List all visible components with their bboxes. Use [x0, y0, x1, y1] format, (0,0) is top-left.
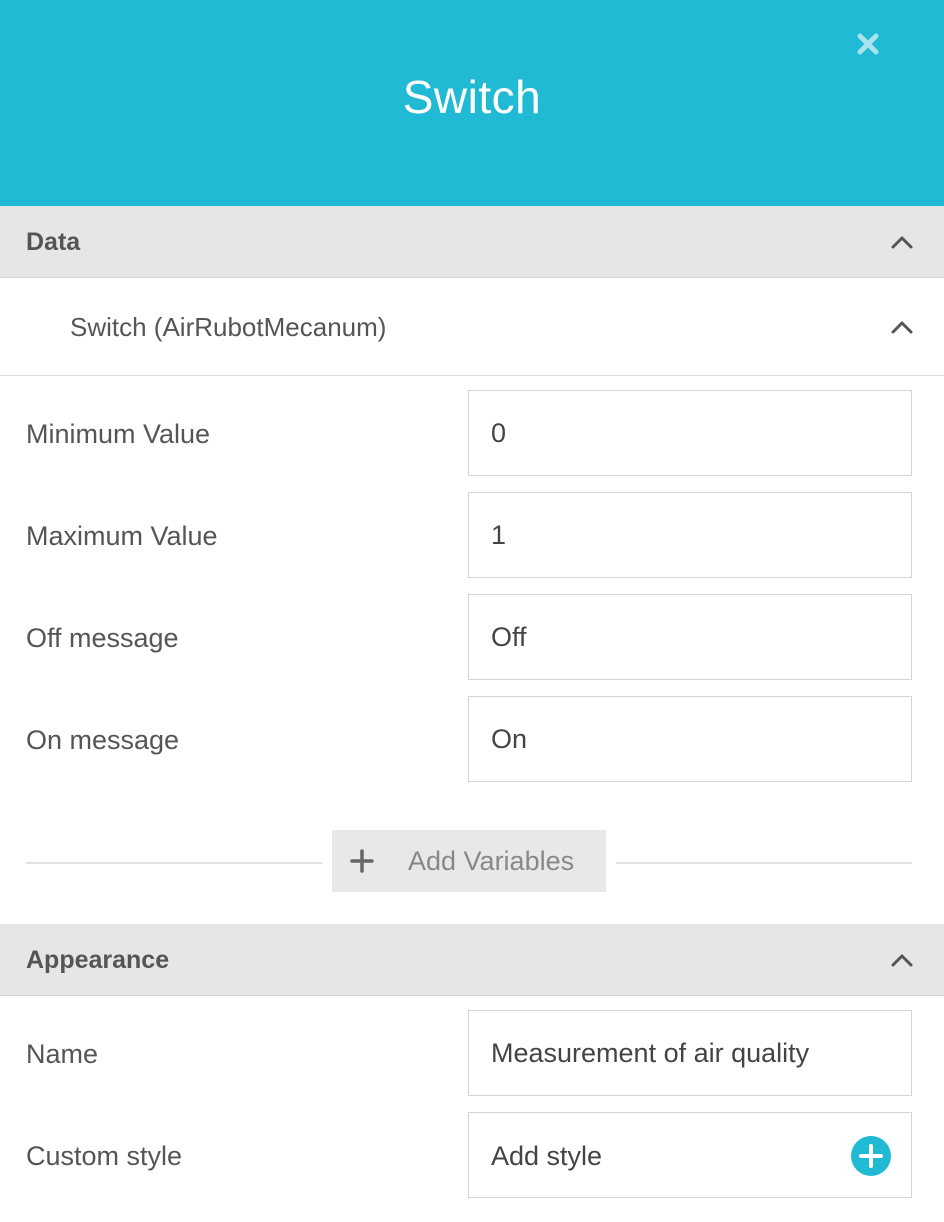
divider-right	[616, 862, 912, 864]
divider-left	[26, 862, 322, 864]
data-section-header[interactable]: Data	[0, 206, 944, 278]
data-section-title: Data	[26, 228, 81, 256]
plus-icon	[350, 849, 374, 873]
appearance-section-header[interactable]: Appearance	[0, 924, 944, 996]
chevron-up-icon[interactable]	[890, 230, 914, 254]
custom-style-label: Custom style	[26, 1141, 183, 1171]
close-icon[interactable]	[852, 28, 884, 60]
variable-title: Switch (AirRubotMecanum)	[70, 312, 387, 342]
max-value-input[interactable]	[468, 492, 912, 578]
chevron-up-icon[interactable]	[890, 948, 914, 972]
on-message-label: On message	[26, 725, 180, 755]
add-variables-label: Add Variables	[408, 846, 575, 876]
min-value-label: Minimum Value	[26, 419, 211, 449]
name-input[interactable]	[468, 1010, 912, 1096]
add-style-button[interactable]: Add style	[468, 1112, 912, 1198]
add-style-label: Add style	[491, 1141, 603, 1171]
add-variables-button[interactable]: Add Variables	[332, 830, 606, 892]
on-message-input[interactable]	[468, 696, 912, 782]
chevron-up-icon[interactable]	[890, 315, 914, 339]
appearance-section-title: Appearance	[26, 946, 170, 974]
max-value-label: Maximum Value	[26, 521, 218, 551]
add-circle-icon[interactable]	[851, 1136, 891, 1176]
min-value-input[interactable]	[468, 390, 912, 476]
off-message-input[interactable]	[468, 594, 912, 680]
name-label: Name	[26, 1039, 99, 1069]
off-message-label: Off message	[26, 623, 179, 653]
modal-header: Switch	[0, 0, 944, 206]
modal-title: Switch	[402, 71, 542, 123]
variable-accordion-header[interactable]: Switch (AirRubotMecanum)	[0, 278, 944, 376]
